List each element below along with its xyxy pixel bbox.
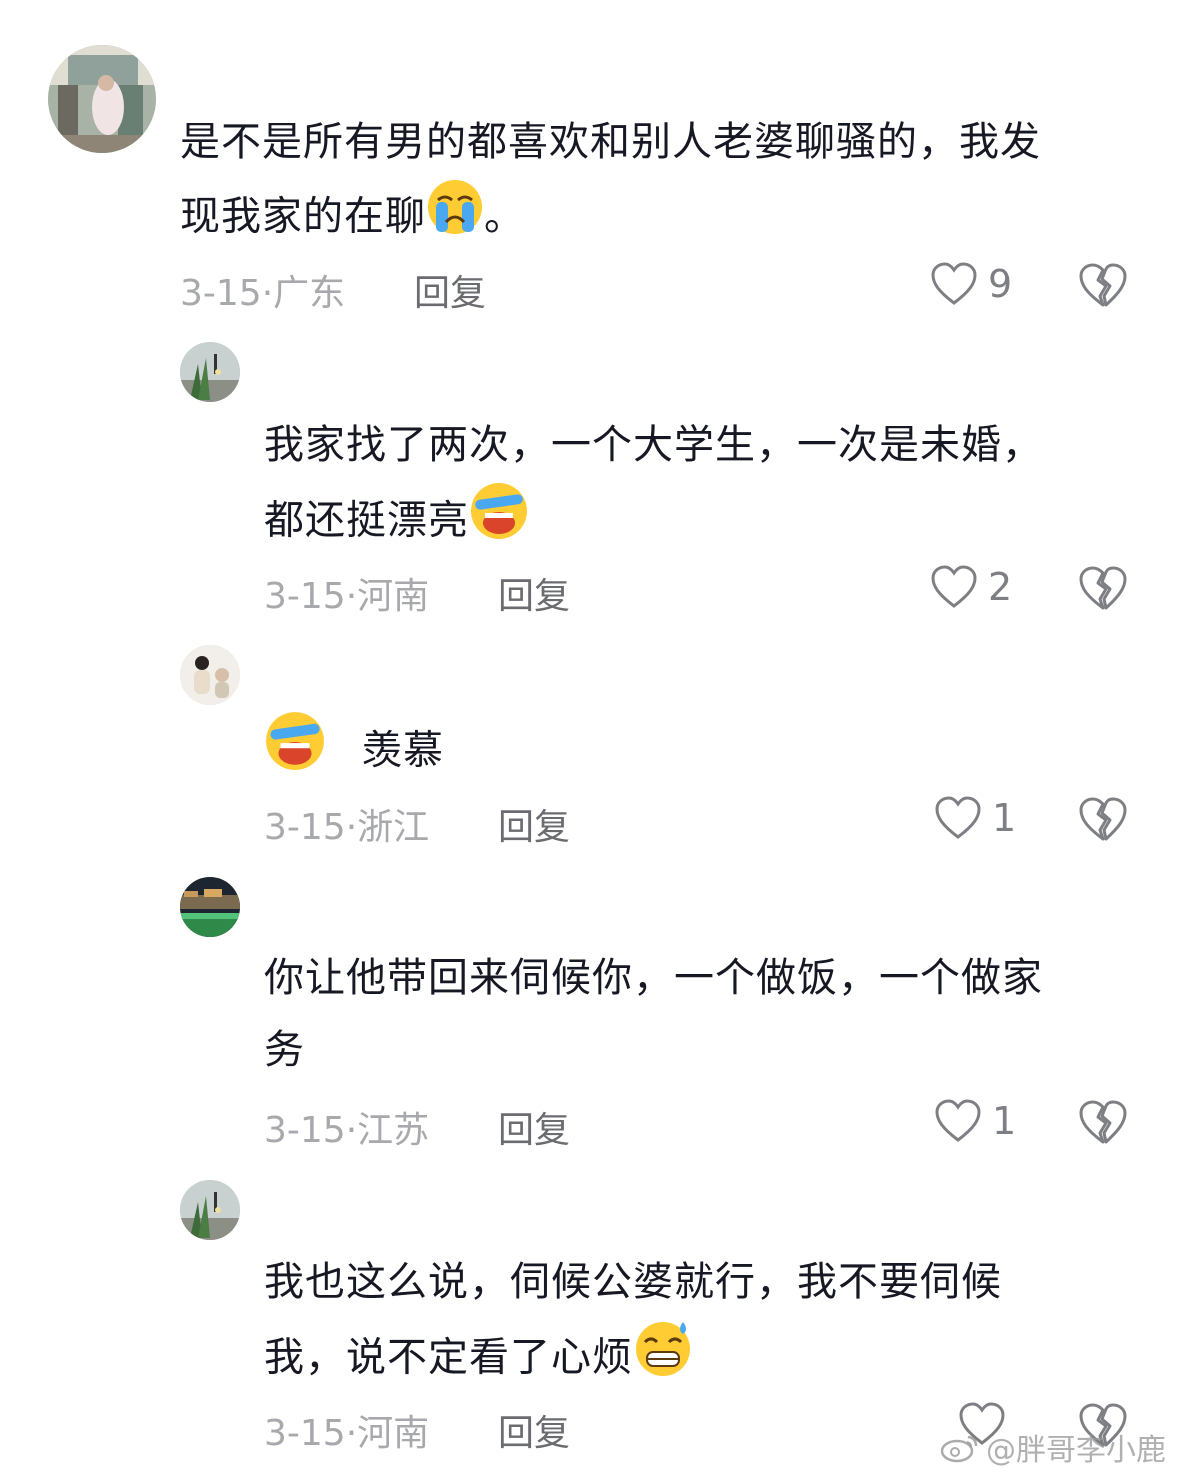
- watermark-text: @胖哥李小鹿: [986, 1433, 1166, 1468]
- avatar[interactable]: [180, 342, 240, 402]
- like-count: 1: [992, 1099, 1017, 1143]
- comment-line: 现我家的在聊: [180, 193, 426, 240]
- dislike-button[interactable]: [1078, 565, 1128, 615]
- comment-text: 羡慕: [264, 710, 1144, 795]
- reply-button[interactable]: 回复: [498, 567, 570, 619]
- avatar-photo: [180, 645, 240, 705]
- dislike-button[interactable]: [1078, 796, 1128, 846]
- avatar-photo: [48, 45, 156, 153]
- heart-outline-icon: [935, 796, 981, 839]
- comment-line: 羡慕: [362, 727, 444, 774]
- broken-heart-icon: [1079, 566, 1127, 610]
- like-count: 2: [988, 565, 1013, 609]
- like-button[interactable]: 1: [934, 1099, 1016, 1143]
- avatar-photo: [180, 1180, 240, 1240]
- dislike-button[interactable]: [1078, 262, 1128, 312]
- like-button[interactable]: 9: [930, 262, 1012, 306]
- reply-button[interactable]: 回复: [498, 798, 570, 850]
- comment-line: 我也这么说，伺候公婆就行，我不要伺候: [264, 1259, 1002, 1305]
- heart-outline-icon: [935, 1099, 981, 1142]
- watermark: @胖哥李小鹿: [940, 1425, 1166, 1469]
- comment-location: 河南: [357, 1413, 430, 1454]
- avatar-photo: [180, 342, 240, 402]
- comment-text: 我也这么说，伺候公婆就行，我不要伺候 我，说不定看了心烦: [264, 1246, 1144, 1401]
- comment-meta: 3-15·江苏: [264, 1110, 430, 1151]
- crying-face-icon: [426, 178, 484, 259]
- avatar[interactable]: [180, 1180, 240, 1240]
- dislike-button[interactable]: [1078, 1099, 1128, 1149]
- comment-line: 我家找了两次，一个大学生，一次是未婚，: [264, 422, 1043, 468]
- comment-line: 都还挺漂亮: [264, 497, 469, 544]
- comment-text: 你让他带回来伺候你，一个做饭，一个做家 务: [264, 942, 1144, 1086]
- like-button[interactable]: 2: [930, 565, 1012, 609]
- weibo-logo-icon: [940, 1435, 978, 1463]
- reply-button[interactable]: 回复: [498, 1404, 570, 1456]
- loudly-crying-face-icon: [469, 481, 529, 564]
- like-count: 1: [992, 796, 1017, 840]
- comment-date: 3-15: [264, 807, 346, 848]
- avatar[interactable]: [48, 45, 156, 153]
- comment-line: 我，说不定看了心烦: [264, 1334, 633, 1381]
- avatar[interactable]: [180, 645, 240, 705]
- comment-line: 务: [264, 1027, 305, 1073]
- comment-meta: 3-15·浙江: [264, 807, 430, 848]
- heart-outline-icon: [931, 565, 977, 608]
- comment-location: 河南: [357, 576, 430, 617]
- comment-date: 3-15: [264, 1413, 346, 1454]
- comment-meta: 3-15·广东: [180, 273, 346, 314]
- broken-heart-icon: [1079, 1100, 1127, 1144]
- heart-outline-icon: [931, 262, 977, 305]
- loudly-crying-face-icon: [264, 710, 326, 795]
- comment-line: 是不是所有男的都喜欢和别人老婆聊骚的，我发: [180, 119, 1041, 165]
- comment-date: 3-15: [180, 273, 262, 314]
- grinning-sweat-face-icon: [633, 1318, 693, 1401]
- comment-location: 江苏: [357, 1110, 430, 1151]
- reply-button[interactable]: 回复: [498, 1101, 570, 1153]
- like-button[interactable]: 1: [934, 796, 1016, 840]
- broken-heart-icon: [1079, 797, 1127, 841]
- like-count: 9: [988, 262, 1013, 306]
- broken-heart-icon: [1079, 263, 1127, 307]
- comment-location: 浙江: [357, 807, 430, 848]
- comment-meta: 3-15·河南: [264, 1413, 430, 1454]
- comment-date: 3-15: [264, 576, 346, 617]
- comment-tail: 。: [484, 193, 525, 240]
- comment-location: 广东: [273, 273, 346, 314]
- comment-text: 是不是所有男的都喜欢和别人老婆聊骚的，我发 现我家的在聊 。: [180, 106, 1140, 259]
- avatar[interactable]: [180, 877, 240, 937]
- comment-text: 我家找了两次，一个大学生，一次是未婚， 都还挺漂亮: [264, 409, 1144, 564]
- comment-meta: 3-15·河南: [264, 576, 430, 617]
- comment-date: 3-15: [264, 1110, 346, 1151]
- comment-line: 你让他带回来伺候你，一个做饭，一个做家: [264, 955, 1043, 1001]
- avatar-photo: [180, 877, 240, 937]
- reply-button[interactable]: 回复: [414, 264, 486, 316]
